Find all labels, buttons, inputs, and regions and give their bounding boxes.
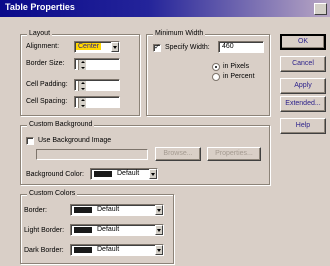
cell-padding-label: Cell Padding: xyxy=(26,81,68,88)
light-border-label: Light Border: xyxy=(24,227,65,234)
properties-button[interactable]: Properties... xyxy=(207,147,261,161)
color-swatch xyxy=(74,207,92,213)
layout-group-label: Layout xyxy=(27,30,53,37)
chevron-down-icon[interactable] xyxy=(155,245,163,255)
specify-width-checkbox[interactable]: ✓ xyxy=(153,44,161,52)
dark-border-select[interactable]: Default xyxy=(70,244,164,256)
background-image-path[interactable] xyxy=(36,149,148,160)
alignment-select[interactable]: Center xyxy=(74,41,120,53)
dark-border-label: Dark Border: xyxy=(24,247,64,254)
border-color-label: Border: xyxy=(24,207,47,214)
chevron-down-icon[interactable] xyxy=(155,225,163,235)
cell-padding-field[interactable]: 5 xyxy=(74,79,120,91)
in-pixels-radio[interactable] xyxy=(212,63,220,71)
spinner-icon[interactable] xyxy=(78,81,86,91)
border-size-label: Border Size: xyxy=(26,60,65,67)
table-properties-dialog: Table Properties Layout Alignment: Cente… xyxy=(0,0,330,266)
specify-width-label[interactable]: Specify Width: xyxy=(165,44,210,51)
light-border-select[interactable]: Default xyxy=(70,224,164,236)
custom-colors-label: Custom Colors xyxy=(27,190,78,197)
use-background-image-label[interactable]: Use Background Image xyxy=(38,137,111,144)
color-swatch xyxy=(74,227,92,233)
cell-spacing-field[interactable]: 15 xyxy=(74,96,120,108)
custom-background-label: Custom Background xyxy=(27,121,95,128)
browse-button[interactable]: Browse... xyxy=(155,147,201,161)
color-swatch xyxy=(74,247,92,253)
light-border-value: Default xyxy=(97,226,120,233)
alignment-value: Center xyxy=(76,43,102,50)
in-percent-label[interactable]: in Percent xyxy=(223,73,255,80)
cell-spacing-label: Cell Spacing: xyxy=(26,98,68,105)
ok-button[interactable]: OK xyxy=(280,34,326,50)
chevron-down-icon[interactable] xyxy=(155,205,163,215)
minimum-width-label: Minimum Width xyxy=(153,30,206,37)
border-size-field[interactable]: 0 xyxy=(74,58,120,70)
use-background-image-checkbox[interactable] xyxy=(26,137,34,145)
alignment-label: Alignment: xyxy=(26,43,60,50)
check-icon: ✓ xyxy=(154,44,160,51)
apply-button[interactable]: Apply xyxy=(280,78,326,94)
spinner-icon[interactable] xyxy=(78,60,86,70)
dark-border-value: Default xyxy=(97,246,120,253)
width-value: 460 xyxy=(222,43,234,50)
close-icon[interactable] xyxy=(314,3,327,15)
border-color-value: Default xyxy=(97,206,120,213)
background-color-label: Background Color: xyxy=(26,171,84,178)
width-field[interactable]: 460 xyxy=(218,41,264,53)
chevron-down-icon[interactable] xyxy=(111,42,119,52)
color-swatch xyxy=(94,171,112,177)
background-color-value: Default xyxy=(117,170,140,177)
in-pixels-label[interactable]: in Pixels xyxy=(223,63,249,70)
background-color-select[interactable]: Default xyxy=(90,168,158,180)
cancel-button[interactable]: Cancel xyxy=(280,56,326,72)
extended-button[interactable]: Extended... xyxy=(280,96,326,112)
title-bar: Table Properties xyxy=(0,0,330,17)
spinner-icon[interactable] xyxy=(78,98,86,108)
dialog-title: Table Properties xyxy=(5,2,75,12)
chevron-down-icon[interactable] xyxy=(149,169,157,179)
border-color-select[interactable]: Default xyxy=(70,204,164,216)
help-button[interactable]: Help xyxy=(280,118,326,134)
in-percent-radio[interactable] xyxy=(212,73,220,81)
